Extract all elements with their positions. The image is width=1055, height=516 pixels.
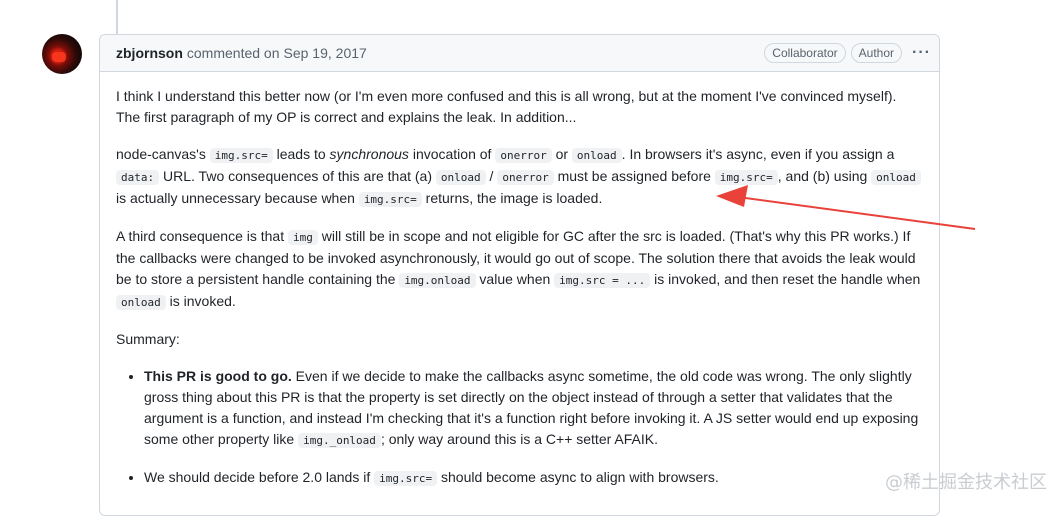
summary-list: This PR is good to go. Even if we decide… (116, 366, 923, 489)
comment-box: zbjornson commented on Sep 19, 2017 Coll… (99, 34, 940, 516)
comment-date-link[interactable]: Sep 19, 2017 (284, 45, 367, 61)
inline-code: img.onload (399, 273, 476, 288)
summary-heading: Summary: (116, 331, 180, 347)
author-badge: Author (850, 43, 903, 63)
collaborator-badge: Collaborator (764, 43, 846, 63)
inline-code: img.src= (714, 170, 778, 185)
kebab-horizontal-icon[interactable]: ··· (912, 44, 931, 62)
paragraph-2: node-canvas's img.src= leads to synchron… (116, 144, 923, 210)
inline-code: onload (116, 295, 166, 310)
avatar-glow (52, 52, 66, 62)
inline-code: img.src = ... (554, 273, 651, 288)
inline-code: img.src= (358, 192, 422, 207)
inline-code: onload (871, 170, 921, 185)
comment-header: zbjornson commented on Sep 19, 2017 Coll… (100, 35, 939, 72)
paragraph-3: A third consequence is that img will sti… (116, 228, 921, 310)
comment-action: commented on (186, 45, 280, 61)
inline-code: img.src= (374, 471, 438, 486)
paragraph-1: I think I understand this better now (or… (116, 88, 897, 125)
inline-code: data: (116, 170, 160, 185)
inline-code: img._onload (298, 433, 381, 448)
list-item: This PR is good to go. Even if we decide… (144, 366, 923, 451)
inline-code: onerror (497, 170, 554, 185)
inline-code: img.src= (209, 148, 273, 163)
avatar[interactable] (42, 34, 82, 74)
inline-code: onload (435, 170, 486, 185)
inline-code: onload (571, 148, 622, 163)
comment-body: I think I understand this better now (or… (100, 72, 939, 489)
watermark: @稀土掘金技术社区 (885, 472, 1047, 493)
inline-code: onerror (495, 148, 552, 163)
list-item: We should decide before 2.0 lands if img… (144, 467, 923, 489)
timeline-line (116, 0, 118, 36)
inline-code: img (288, 230, 318, 245)
author-link[interactable]: zbjornson (116, 45, 183, 61)
